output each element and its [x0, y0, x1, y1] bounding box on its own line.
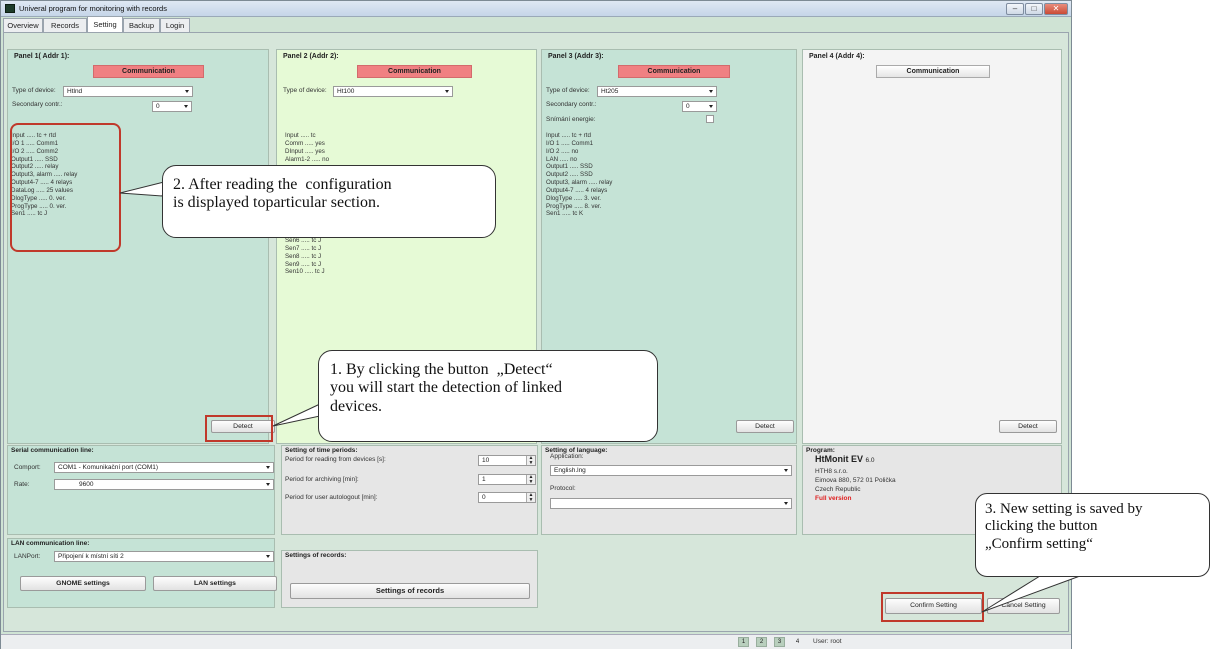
- callout-after-reading: 2. After reading the configuration is di…: [162, 165, 496, 238]
- callout-confirm: 3. New setting is saved by clicking the …: [975, 493, 1210, 577]
- callout-detect: 1. By clicking the button „Detect“ you w…: [318, 350, 658, 442]
